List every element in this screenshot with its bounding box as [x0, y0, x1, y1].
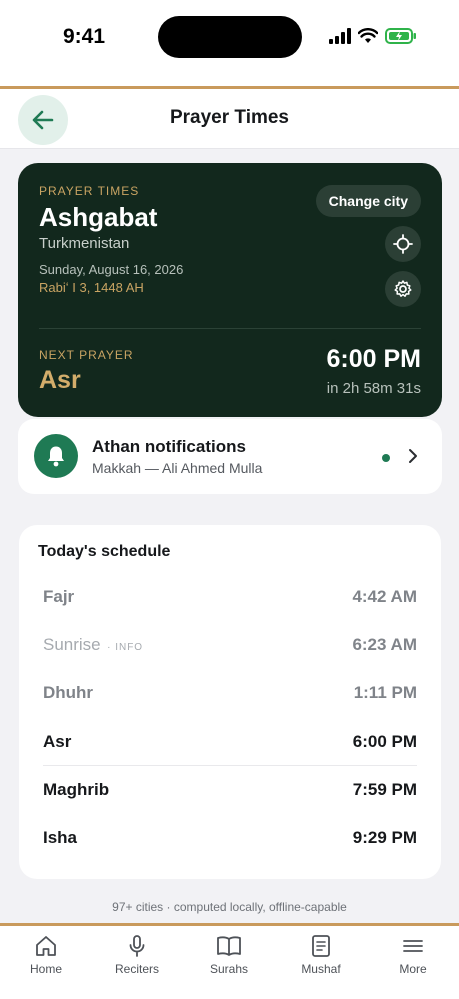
book-icon: [217, 936, 241, 956]
wifi-icon: [358, 28, 378, 43]
tab-reciters[interactable]: Reciters: [97, 934, 177, 976]
tab-label: More: [399, 962, 427, 976]
tab-surahs[interactable]: Surahs: [189, 934, 269, 976]
status-time: 9:41: [63, 25, 106, 48]
prayer-time: 6:00 PM: [352, 732, 417, 751]
next-prayer-countdown: in 2h 58m 31s: [326, 380, 421, 397]
gregorian-date: Sunday, August 16, 2026: [39, 262, 184, 277]
chevron-right-icon: [409, 449, 417, 463]
page-title: Prayer Times: [169, 107, 289, 128]
athan-title: Athan notifications: [92, 437, 246, 456]
tab-label: Surahs: [209, 962, 249, 976]
prayer-row-fajr: Fajr 4:42 AM: [43, 573, 417, 621]
crosshair-icon: [393, 234, 413, 254]
hero-divider: [39, 328, 421, 329]
prayer-time: 9:29 PM: [352, 828, 417, 847]
next-prayer-name: Asr: [39, 366, 81, 394]
settings-button[interactable]: [385, 271, 421, 307]
status-icons: [329, 28, 417, 44]
locate-button[interactable]: [385, 226, 421, 262]
bell-icon: [48, 446, 64, 467]
tab-label: Mushaf: [301, 962, 341, 976]
prayer-name: Sunrise: [43, 635, 101, 654]
prayer-name: Maghrib: [43, 780, 110, 799]
tab-home[interactable]: Home: [6, 934, 86, 976]
next-prayer-time: 6:00 PM: [326, 345, 421, 373]
athan-subtitle: Makkah — Ali Ahmed Mulla: [92, 460, 263, 476]
schedule-card: Today's schedule Fajr 4:42 AM Sunrise · …: [19, 525, 441, 879]
prayer-row-sunrise: Sunrise · INFO 6:23 AM: [43, 621, 417, 669]
tab-label: Home: [29, 962, 62, 976]
footer-note: 97+ cities · computed locally, offline-c…: [112, 900, 347, 914]
status-bar: 9:41: [0, 0, 459, 86]
tab-bar: Home Reciters Surahs Mushaf More: [0, 923, 459, 999]
dynamic-island: [158, 16, 302, 58]
change-city-button[interactable]: Change city: [315, 185, 421, 217]
menu-icon: [403, 940, 423, 952]
bell-badge: [34, 434, 78, 478]
athan-notifications-row[interactable]: Athan notifications Makkah — Ali Ahmed M…: [18, 419, 442, 494]
signal-icon: [329, 28, 351, 44]
country-name: Turkmenistan: [39, 235, 130, 252]
hero-kicker: PRAYER TIMES: [39, 184, 140, 198]
prayer-time: 1:11 PM: [353, 683, 417, 702]
schedule-title: Today's schedule: [38, 543, 171, 560]
city-name: Ashgabat: [39, 202, 158, 232]
page-header: Prayer Times: [0, 89, 459, 149]
prayer-name: Fajr: [43, 587, 75, 606]
prayer-time: 4:42 AM: [352, 587, 417, 606]
tab-more[interactable]: More: [373, 934, 453, 976]
hijri-date: Rabiʻ I 3, 1448 AH: [39, 280, 144, 295]
location-hero-card: PRAYER TIMES Ashgabat Turkmenistan Sunda…: [18, 163, 442, 417]
prayer-name: Dhuhr: [43, 683, 94, 702]
info-tag: · INFO: [107, 642, 144, 653]
prayer-row-asr: Asr 6:00 PM: [43, 718, 417, 766]
microphone-icon: [129, 935, 145, 957]
prayer-name: Asr: [43, 732, 72, 751]
enabled-dot: [382, 454, 390, 462]
prayer-time: 6:23 AM: [352, 635, 417, 654]
prayer-time: 7:59 PM: [352, 780, 417, 799]
document-icon: [312, 935, 330, 957]
prayer-name-group: Sunrise · INFO: [43, 635, 143, 655]
home-icon: [36, 936, 56, 956]
next-prayer-kicker: NEXT PRAYER: [39, 348, 134, 362]
gear-icon: [394, 280, 412, 297]
tab-mushaf[interactable]: Mushaf: [281, 934, 361, 976]
prayer-row-maghrib: Maghrib 7:59 PM: [43, 766, 417, 814]
prayer-row-dhuhr: Dhuhr 1:11 PM: [43, 669, 417, 717]
prayer-name: Isha: [43, 828, 78, 847]
prayer-row-isha: Isha 9:29 PM: [43, 814, 417, 862]
battery-icon: [385, 28, 416, 44]
tab-label: Reciters: [114, 962, 159, 976]
